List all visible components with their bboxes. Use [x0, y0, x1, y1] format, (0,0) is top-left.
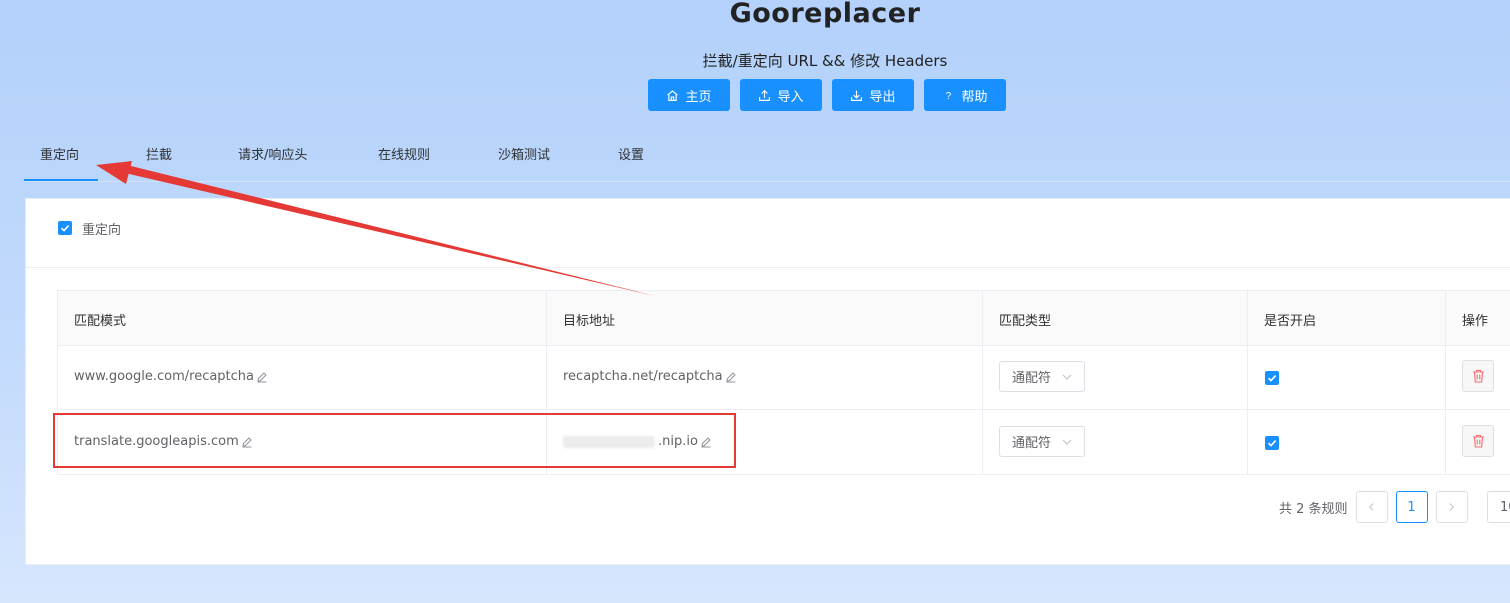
toolbar: 主页 导入 导出 ? 帮助 [648, 79, 1006, 111]
target-cell[interactable]: recaptcha.net/recaptcha [563, 369, 737, 384]
enable-redirect-checkbox[interactable] [58, 221, 72, 235]
next-page-button[interactable] [1435, 491, 1468, 523]
tab-block[interactable]: 拦截 [146, 144, 172, 163]
column-divider [1445, 290, 1446, 475]
edit-icon[interactable] [725, 371, 737, 383]
chevron-left-icon [1369, 503, 1374, 511]
trash-icon [1472, 434, 1484, 448]
tab-online-rules[interactable]: 在线规则 [378, 144, 430, 163]
column-header-match-type: 匹配类型 [999, 314, 1052, 329]
column-divider [982, 290, 983, 475]
export-button-label: 导出 [869, 89, 896, 105]
help-button[interactable]: ? 帮助 [924, 79, 1006, 111]
export-button[interactable]: 导出 [832, 79, 914, 111]
check-icon [60, 225, 70, 232]
column-divider [1247, 290, 1248, 475]
column-header-enabled: 是否开启 [1264, 314, 1317, 329]
chevron-right-icon [1449, 503, 1455, 511]
match-type-select[interactable]: 通配符 [999, 426, 1085, 457]
pagination: 共 2 条规则 1 [1279, 491, 1468, 523]
column-header-actions: 操作 [1462, 314, 1489, 329]
match-type-select[interactable]: 通配符 [999, 361, 1085, 392]
import-button[interactable]: 导入 [740, 79, 822, 111]
match-type-value: 通配符 [1012, 371, 1052, 386]
rule-enabled-checkbox[interactable] [1265, 436, 1279, 450]
chevron-down-icon [1062, 374, 1072, 380]
check-icon [1267, 440, 1277, 447]
column-header-pattern: 匹配模式 [74, 314, 127, 329]
match-type-value: 通配符 [1012, 436, 1052, 451]
app-title: Gooreplacer [729, 0, 921, 29]
tab-redirect[interactable]: 重定向 [40, 144, 79, 163]
download-icon [851, 90, 863, 101]
rule-enabled-checkbox[interactable] [1265, 371, 1279, 385]
enable-redirect-label: 重定向 [82, 223, 122, 238]
prev-page-button[interactable] [1355, 491, 1388, 523]
tab-divider [24, 181, 1510, 182]
chevron-down-icon [1062, 439, 1072, 445]
delete-button[interactable] [1462, 425, 1494, 457]
tab-settings[interactable]: 设置 [618, 144, 644, 163]
panel-header: 重定向 [26, 199, 1510, 268]
tab-sandbox[interactable]: 沙箱测试 [498, 144, 550, 163]
target-text: recaptcha.net/recaptcha [563, 369, 723, 384]
pattern-cell[interactable]: www.google.com/recaptcha [74, 369, 268, 384]
column-header-target: 目标地址 [563, 314, 616, 329]
edit-icon[interactable] [256, 371, 268, 383]
tab-bar: 重定向 拦截 请求/响应头 在线规则 沙箱测试 设置 [24, 135, 1510, 181]
table-row: www.google.com/recaptcha recaptcha.net/r… [57, 345, 1510, 410]
pagination-total: 共 2 条规则 [1279, 501, 1348, 517]
help-button-label: 帮助 [961, 89, 988, 105]
question-icon: ? [946, 91, 952, 102]
home-button[interactable]: 主页 [648, 79, 730, 111]
home-icon [667, 89, 679, 101]
svg-text:?: ? [946, 91, 952, 102]
app-subtitle: 拦截/重定向 URL && 修改 Headers [702, 52, 948, 70]
check-icon [1267, 375, 1277, 382]
pattern-text: www.google.com/recaptcha [74, 369, 255, 384]
tab-headers[interactable]: 请求/响应头 [238, 144, 307, 163]
table-header-row: 匹配模式 目标地址 匹配类型 是否开启 操作 [57, 290, 1510, 346]
import-button-label: 导入 [777, 89, 804, 105]
annotation-highlight-box [53, 413, 736, 468]
delete-button[interactable] [1462, 360, 1494, 392]
upload-icon [759, 89, 771, 101]
trash-icon [1472, 369, 1484, 383]
page-size-select[interactable]: 10 [1487, 491, 1510, 523]
home-button-label: 主页 [685, 89, 712, 105]
page-1-button[interactable]: 1 [1395, 491, 1428, 523]
